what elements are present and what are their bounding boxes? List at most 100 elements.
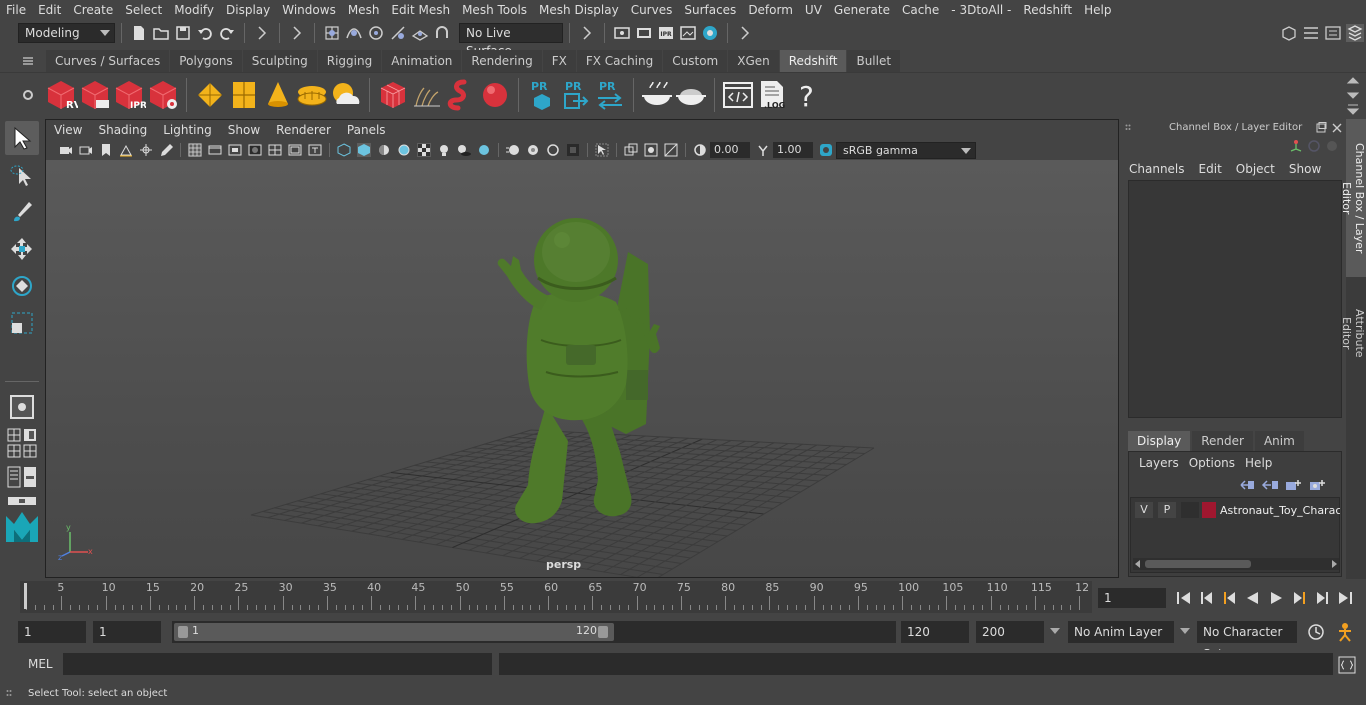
manipulator-icon[interactable] (1289, 139, 1303, 153)
animation-start-field[interactable]: 1 (18, 621, 86, 643)
layer-tab-anim[interactable]: Anim (1254, 431, 1304, 451)
spot-light-icon[interactable] (261, 78, 295, 112)
viewport-3d[interactable]: y x z persp (46, 160, 1118, 577)
menu-help[interactable]: Help (1078, 0, 1117, 20)
menu-generate[interactable]: Generate (828, 0, 896, 20)
menu-curves[interactable]: Curves (625, 0, 679, 20)
ipr-render-icon[interactable]: IPR (657, 24, 675, 42)
range-slider-handle[interactable] (174, 623, 614, 641)
hair-icon[interactable] (410, 78, 444, 112)
isolate-select-icon[interactable] (595, 143, 609, 157)
layer-tab-display[interactable]: Display (1128, 431, 1191, 451)
shelf-tab-rigging[interactable]: Rigging (317, 50, 382, 72)
magnet-icon[interactable] (433, 24, 451, 42)
open-scene-icon[interactable] (152, 24, 170, 42)
layer-menu-help[interactable]: Help (1245, 456, 1272, 470)
layer-scrollbar[interactable] (1133, 558, 1339, 570)
safe-title-icon[interactable] (308, 143, 322, 157)
proxy-cube-icon[interactable] (376, 78, 410, 112)
shelf-settings-icon[interactable] (22, 89, 34, 101)
layer-menu-options[interactable]: Options (1189, 456, 1235, 470)
viewport-menu-shading[interactable]: Shading (90, 120, 155, 140)
exposure-field[interactable]: 0.00 (710, 142, 750, 158)
layer-visibility-toggle[interactable]: V (1135, 502, 1153, 518)
shelf-tab-animation[interactable]: Animation (382, 50, 462, 72)
graph-layout-icon[interactable] (23, 466, 37, 488)
select-camera-icon[interactable] (59, 143, 73, 157)
pr-convert-icon[interactable]: PR (593, 78, 627, 112)
tool-settings-toggle-icon[interactable] (1324, 24, 1342, 42)
persp-outliner-icon[interactable] (23, 428, 37, 442)
snap-to-point-icon[interactable] (367, 24, 385, 42)
menu-file[interactable]: File (0, 0, 32, 20)
portal-light-icon[interactable] (227, 78, 261, 112)
collapse-arrow-icon[interactable] (253, 24, 271, 42)
four-view-icon[interactable] (7, 444, 21, 458)
new-layer-icon[interactable] (1285, 478, 1303, 492)
select-tool-button[interactable] (5, 121, 39, 155)
go-to-end-icon[interactable] (1335, 589, 1355, 607)
render-settings-icon[interactable] (613, 24, 631, 42)
ipr-icon[interactable]: IPR (112, 78, 146, 112)
dome-light-icon[interactable] (295, 78, 329, 112)
play-backwards-icon[interactable] (1243, 589, 1263, 607)
shelf-tab-curves-surfaces[interactable]: Curves / Surfaces (46, 50, 170, 72)
render-view-icon[interactable] (679, 24, 697, 42)
command-input[interactable] (63, 653, 492, 675)
safe-action-icon[interactable] (288, 143, 302, 157)
field-chart-icon[interactable] (268, 143, 282, 157)
redo-icon[interactable] (218, 24, 236, 42)
snap-to-curve-icon[interactable] (345, 24, 363, 42)
help-question-icon[interactable]: ? (789, 78, 823, 112)
exposure-icon[interactable] (693, 143, 707, 157)
shelf-tab-bullet[interactable]: Bullet (847, 50, 901, 72)
auto-key-icon[interactable] (1306, 622, 1326, 642)
scroll-right-icon[interactable] (1330, 560, 1338, 568)
anim-layer-field[interactable]: No Anim Layer (1068, 621, 1174, 643)
lasso-tool-button[interactable] (5, 158, 39, 192)
grip-dots-icon[interactable] (6, 689, 12, 699)
log-file-icon[interactable]: .LOG (755, 78, 789, 112)
step-back-key-icon[interactable] (1220, 589, 1240, 607)
outliner-layout-icon[interactable] (7, 466, 21, 488)
timeline-layout-icon[interactable] (7, 496, 37, 506)
menu-deform[interactable]: Deform (742, 0, 799, 20)
layer-playback-toggle[interactable]: P (1158, 502, 1176, 518)
layer-display-type-toggle[interactable] (1181, 502, 1199, 518)
bake-settings-icon[interactable] (674, 78, 708, 112)
menu-display[interactable]: Display (220, 0, 276, 20)
menu-windows[interactable]: Windows (276, 0, 342, 20)
menu-3dtoall[interactable]: - 3DtoAll - (945, 0, 1017, 20)
new-scene-icon[interactable] (130, 24, 148, 42)
render-sequence-icon[interactable] (78, 78, 112, 112)
current-time-indicator[interactable] (24, 583, 27, 609)
step-forward-icon[interactable] (1312, 589, 1332, 607)
shelf-scroll-icon[interactable] (1346, 75, 1360, 115)
smooth-shade-icon[interactable] (357, 143, 371, 157)
camera-attributes-icon[interactable] (79, 143, 93, 157)
grid-toggle-icon[interactable] (188, 143, 202, 157)
channel-box-menu-object[interactable]: Object (1236, 162, 1275, 176)
backface-culling-icon[interactable] (664, 143, 678, 157)
pr-object-icon[interactable]: PR (525, 78, 559, 112)
wireframe-icon[interactable] (337, 143, 351, 157)
render-frame-icon[interactable] (635, 24, 653, 42)
menu-mesh[interactable]: Mesh (342, 0, 386, 20)
time-slider[interactable]: 5 10 15 20 25 30 35 40 45 50 55 60 65 70 75 80 85 90 95 100… (20, 581, 1092, 613)
shelf-tab-sculpting[interactable]: Sculpting (242, 50, 317, 72)
depth-of-field-icon[interactable] (546, 143, 560, 157)
play-forwards-icon[interactable] (1266, 589, 1286, 607)
modeling-toolkit-icon[interactable] (1280, 24, 1298, 42)
menu-cache[interactable]: Cache (896, 0, 945, 20)
textured-icon[interactable] (417, 143, 431, 157)
scroll-left-icon[interactable] (1134, 560, 1142, 568)
command-language-label[interactable]: MEL (28, 657, 53, 671)
shelf-tab-fx[interactable]: FX (542, 50, 576, 72)
menu-uv[interactable]: UV (799, 0, 828, 20)
collapse-arrow-icon[interactable] (288, 24, 306, 42)
menu-edit[interactable]: Edit (32, 0, 67, 20)
mode-selector[interactable]: Modeling (18, 23, 115, 43)
resolution-gate-icon[interactable] (228, 143, 242, 157)
volume-icon[interactable] (444, 78, 478, 112)
menu-redshift[interactable]: Redshift (1017, 0, 1078, 20)
